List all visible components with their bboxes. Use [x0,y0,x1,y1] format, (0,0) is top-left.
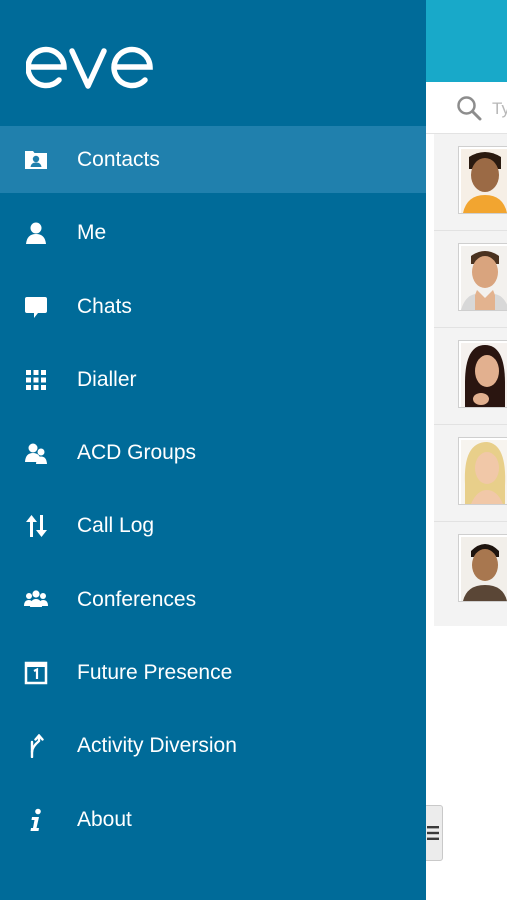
sidebar-item-label: Call Log [77,514,155,538]
keypad-icon [24,368,48,392]
sidebar-nav: Contacts Me Chats Dialler ACD Groups Cal… [0,126,426,859]
sidebar-item-label: Future Presence [77,661,233,685]
person-icon [24,221,48,245]
sidebar-item-label: Contacts [77,148,160,171]
contacts-icon [24,148,48,172]
list-item[interactable] [434,522,507,618]
avatar [458,340,507,408]
avatar [458,437,507,505]
search-icon [457,96,482,121]
hamburger-icon [427,826,439,840]
calendar-icon [24,661,48,685]
list-item[interactable] [434,328,507,425]
sidebar-item-dialler[interactable]: Dialler [0,346,426,413]
list-item[interactable] [434,134,507,231]
info-icon [24,808,48,832]
sidebar-item-contacts[interactable]: Contacts [0,126,426,193]
sidebar-item-label: Activity Diversion [77,734,237,758]
sidebar-item-activity-diversion[interactable]: Activity Diversion [0,712,426,779]
avatar [458,146,507,214]
up-down-arrows-icon [24,514,48,538]
list-item[interactable] [434,425,507,522]
sidebar-item-acd-groups[interactable]: ACD Groups [0,419,426,486]
sidebar-item-label: Conferences [77,587,197,611]
sidebar-item-future-presence[interactable]: Future Presence [0,639,426,706]
group-icon [24,441,48,465]
sidebar-item-conferences[interactable]: Conferences [0,566,426,633]
sidebar-item-label: Chats [77,294,132,318]
sidebar-item-about[interactable]: About [0,786,426,853]
sidebar-item-call-log[interactable]: Call Log [0,492,426,559]
avatar [458,534,507,602]
chat-bubble-icon [24,295,48,319]
sidebar-item-label: About [77,807,132,831]
main-header [426,0,507,82]
diversion-icon [24,734,48,759]
search-input[interactable]: Type [492,99,507,119]
sidebar-item-me[interactable]: Me [0,199,426,266]
search-bar[interactable]: Type [426,82,507,134]
conference-icon [24,588,48,612]
contact-list [434,134,507,626]
sidebar-item-label: Dialler [77,367,137,391]
svg-text:eve: eve [26,44,28,45]
sidebar-item-chats[interactable]: Chats [0,273,426,340]
sidebar-item-label: Me [77,221,107,245]
list-item[interactable] [434,231,507,328]
eve-logo: eve [26,44,153,89]
avatar [458,243,507,311]
navigation-drawer: eve Contacts Me Chats Dialler ACD Groups… [0,0,426,900]
sidebar-item-label: ACD Groups [77,441,197,465]
